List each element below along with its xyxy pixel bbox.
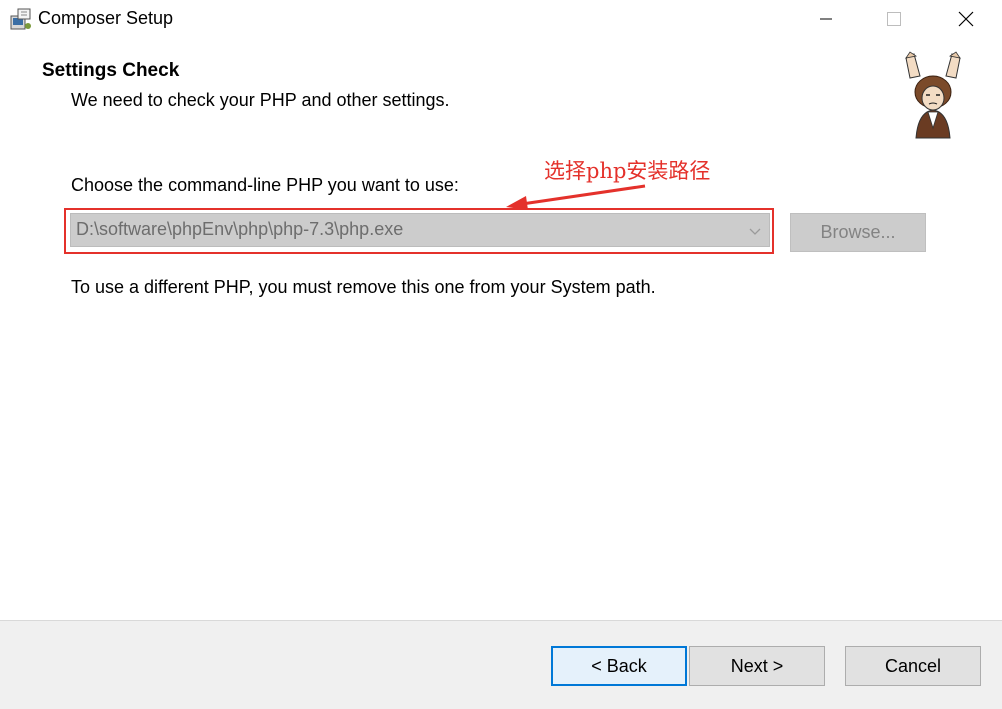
page-title: Settings Check — [42, 60, 180, 81]
maximize-icon — [887, 12, 901, 26]
window-title: Composer Setup — [38, 8, 174, 28]
cancel-button[interactable]: Cancel — [845, 646, 981, 686]
next-button[interactable]: Next > — [689, 646, 825, 686]
php-path-value: D:\software\phpEnv\php\php-7.3\php.exe — [76, 219, 404, 239]
header-divider — [0, 143, 1002, 144]
next-button-label: Next > — [730, 655, 784, 676]
page-subtitle: We need to check your PHP and other sett… — [71, 90, 450, 110]
maximize-button[interactable] — [860, 0, 928, 38]
close-icon — [958, 11, 974, 27]
browse-button-label: Browse... — [820, 222, 896, 242]
system-path-note: To use a different PHP, you must remove … — [71, 277, 656, 297]
minimize-button[interactable] — [792, 0, 860, 38]
close-button[interactable] — [932, 0, 1000, 38]
minimize-icon — [820, 18, 832, 20]
cancel-button-label: Cancel — [884, 655, 942, 676]
back-button[interactable]: < Back — [551, 646, 687, 686]
php-select-label: Choose the command-line PHP you want to … — [71, 175, 459, 195]
php-path-select[interactable]: D:\software\phpEnv\php\php-7.3\php.exe — [70, 213, 770, 247]
composer-setup-window: Composer Setup Settings Check We need to… — [0, 0, 1002, 709]
title-bar: Composer Setup — [0, 0, 1002, 38]
back-button-label: < Back — [591, 655, 647, 676]
chevron-down-icon — [749, 224, 761, 242]
browse-button[interactable]: Browse... — [790, 213, 926, 252]
app-installer-icon — [9, 7, 33, 31]
composer-logo — [905, 51, 961, 139]
